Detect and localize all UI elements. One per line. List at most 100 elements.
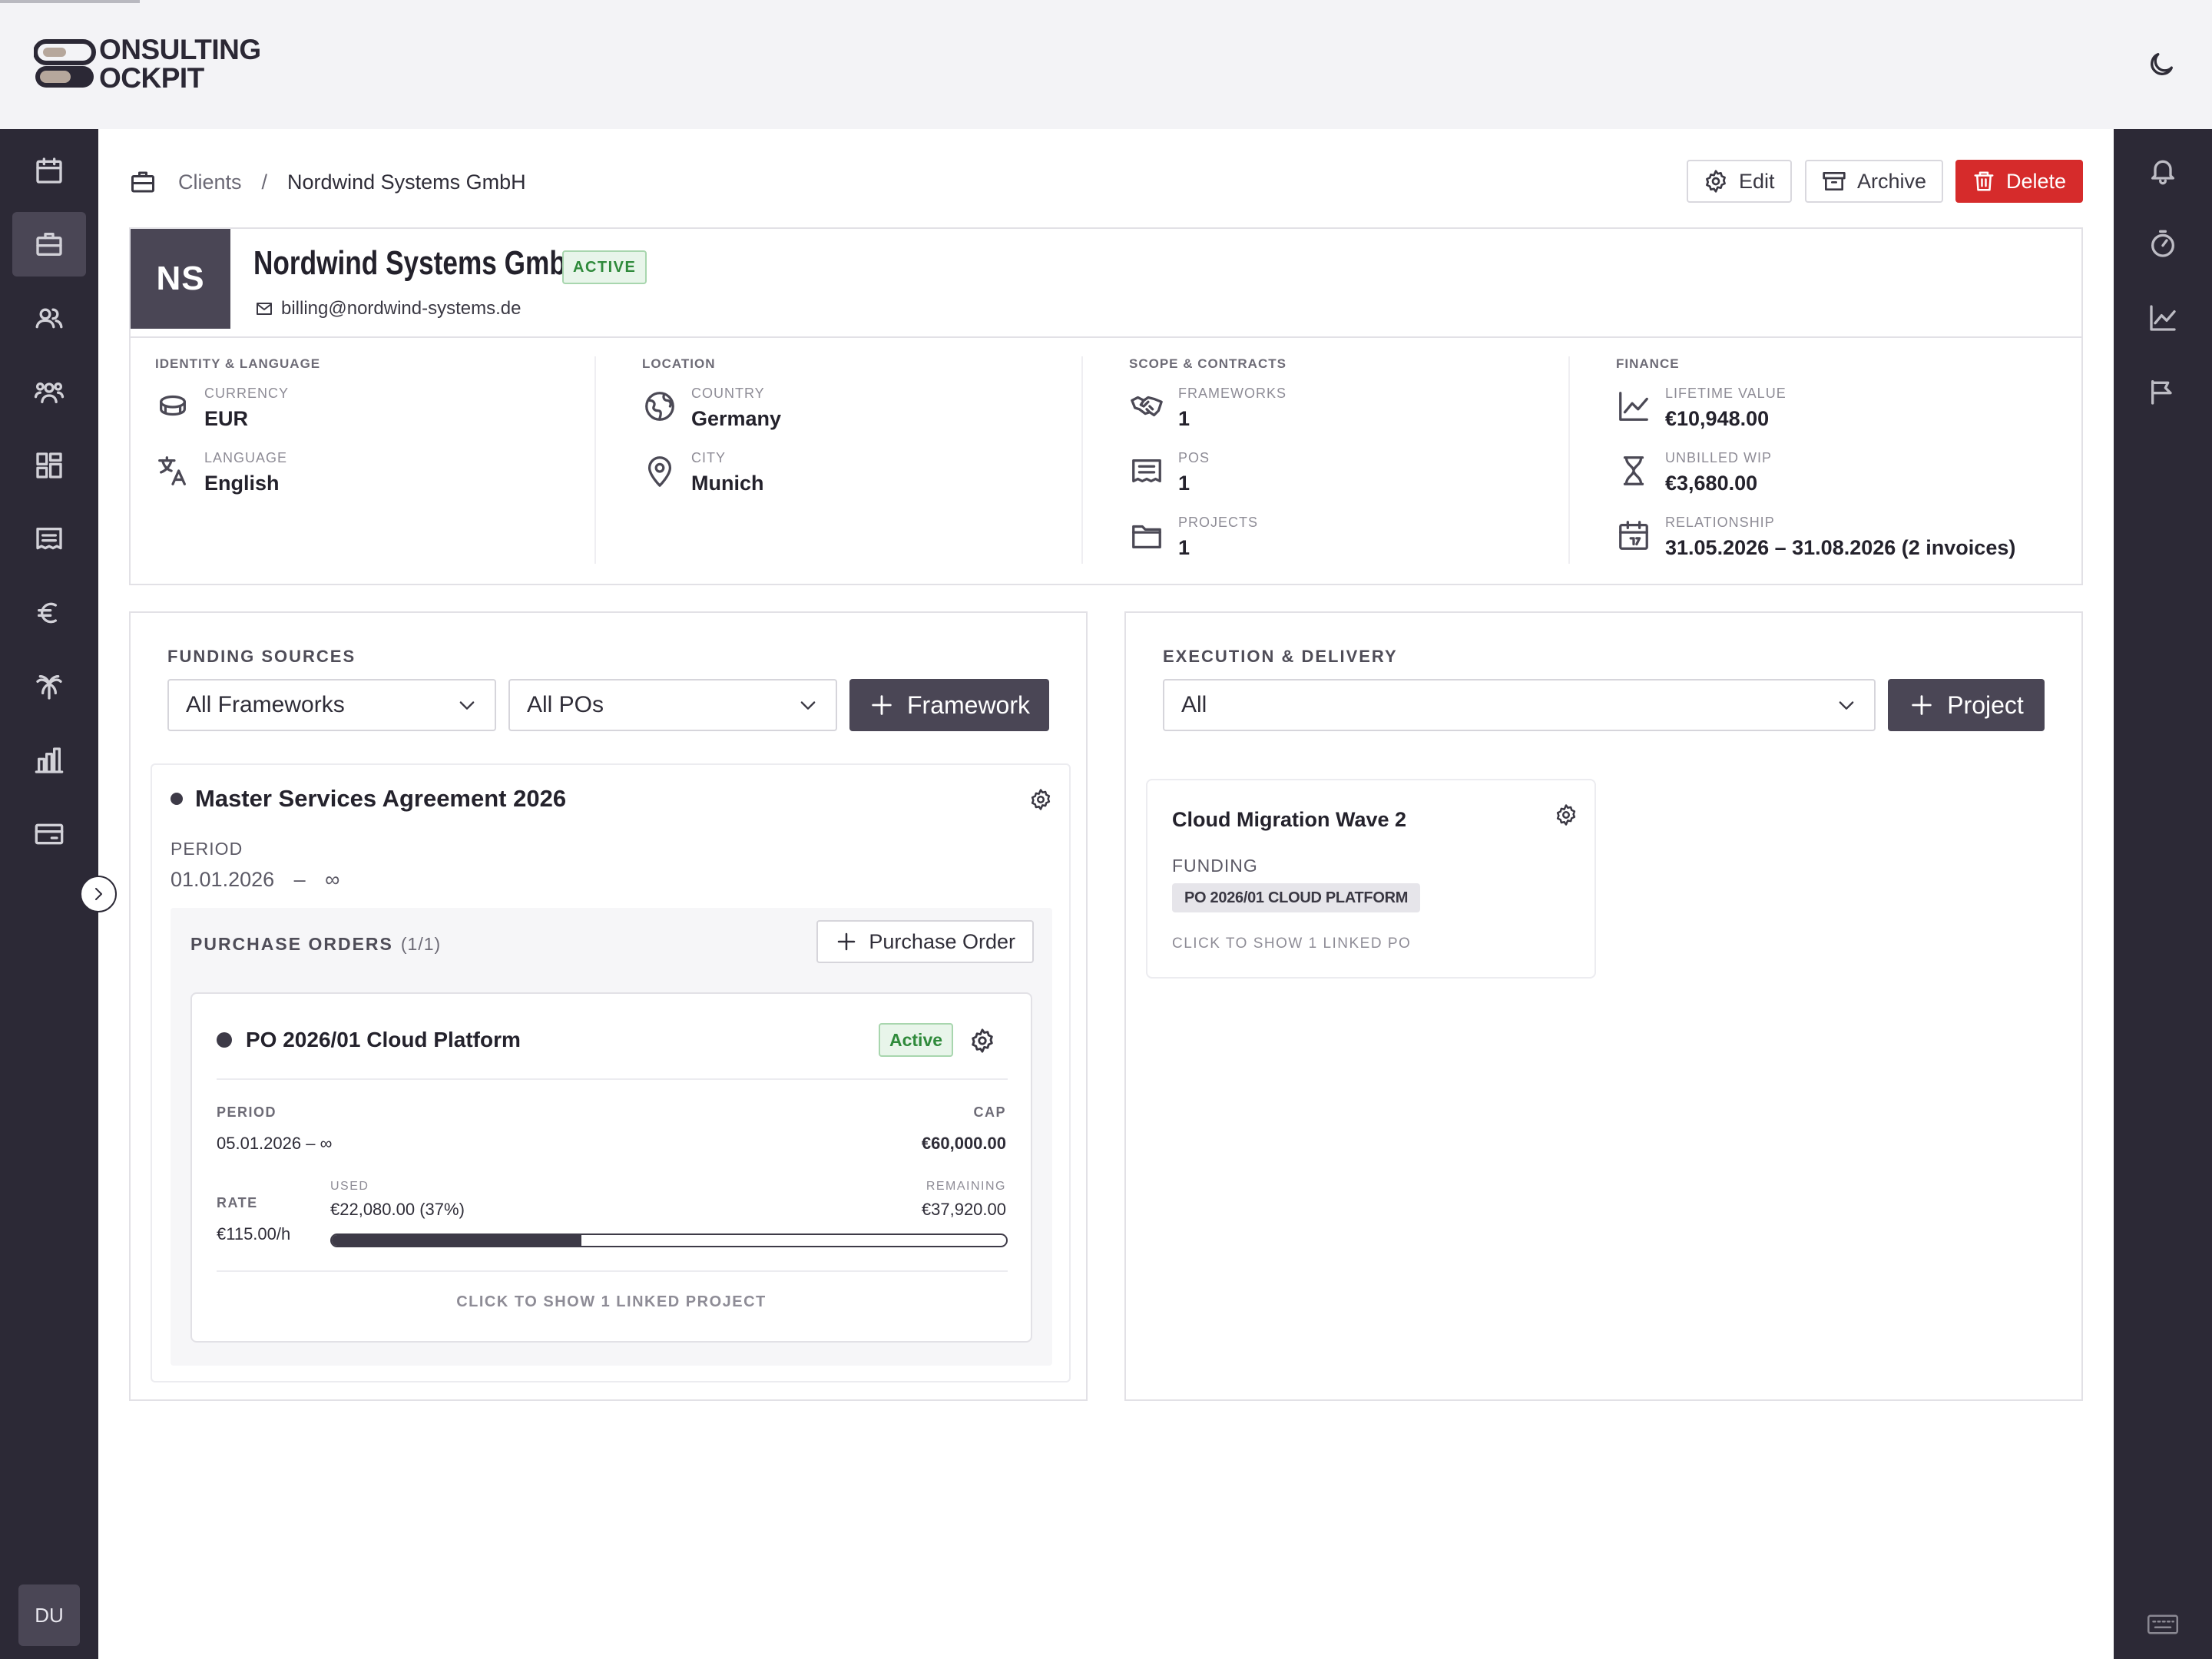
project-card[interactable]: Cloud Migration Wave 2 FUNDING PO 2026/0…: [1146, 779, 1596, 979]
nav-team[interactable]: [12, 359, 86, 424]
gear-icon: [1706, 170, 1726, 193]
user-avatar[interactable]: DU: [18, 1584, 80, 1646]
app-logo[interactable]: ONSULTING OCKPIT: [34, 34, 272, 95]
breadcrumb-current: Nordwind Systems GmbH: [287, 170, 526, 194]
field-relationship: RELATIONSHIP 31.05.2026 – 31.08.2026 (2 i…: [1616, 515, 2015, 560]
framework-filter-select[interactable]: All Frameworks: [167, 679, 496, 731]
field-value: 1: [1178, 472, 1190, 495]
po-header-label: PURCHASE ORDERS: [190, 934, 393, 954]
field-country: COUNTRY Germany: [642, 386, 781, 431]
hourglass-icon: [1623, 456, 1644, 485]
edit-button[interactable]: Edit: [1687, 160, 1792, 203]
archive-label: Archive: [1857, 169, 1927, 193]
po-settings-button[interactable]: [969, 1028, 995, 1054]
field-currency: CURRENCY EUR: [155, 386, 289, 431]
section-divider: [594, 356, 596, 564]
nav-purchase-orders[interactable]: [12, 507, 86, 571]
purchase-order-card[interactable]: PO 2026/01 Cloud Platform Active PERIOD …: [190, 992, 1032, 1343]
project-funding-chip[interactable]: PO 2026/01 CLOUD PLATFORM: [1172, 883, 1421, 912]
analytics-button[interactable]: [2144, 300, 2181, 336]
add-purchase-order-button[interactable]: Purchase Order: [816, 920, 1034, 963]
plus-icon: [872, 695, 892, 715]
gear-icon: [1556, 804, 1576, 826]
framework-name: Master Services Agreement 2026: [195, 785, 567, 812]
chevron-down-icon: [1839, 701, 1854, 710]
keyboard-shortcuts-button[interactable]: [2147, 1613, 2178, 1636]
archive-icon: [1823, 172, 1846, 190]
client-status-badge: ACTIVE: [562, 250, 647, 284]
section-scope: SCOPE & CONTRACTS FRAMEWORKS 1 POS 1 PROJE…: [1129, 356, 1593, 564]
breadcrumb-clients-link[interactable]: Clients: [178, 171, 242, 194]
logo-mark-icon: [34, 39, 96, 88]
po-remaining-label: REMAINING: [926, 1180, 1006, 1193]
framework-title: Master Services Agreement 2026: [171, 785, 566, 813]
breadcrumb-separator: /: [261, 170, 268, 194]
po-count: (1/1): [400, 934, 442, 954]
users-icon: [35, 308, 63, 329]
section-title: IDENTITY & LANGUAGE: [155, 356, 321, 371]
project-filter-select[interactable]: All: [1163, 679, 1876, 731]
field-frameworks: FRAMEWORKS 1: [1129, 386, 1286, 431]
briefcase-icon: [131, 171, 154, 193]
field-pos: POS 1: [1129, 450, 1210, 495]
client-email[interactable]: billing@nordwind-systems.de: [255, 298, 522, 320]
nav-billing[interactable]: [12, 802, 86, 866]
framework-card[interactable]: Master Services Agreement 2026 PERIOD 01…: [151, 763, 1071, 1382]
nav-board[interactable]: [12, 433, 86, 498]
trend-up-icon: [1619, 392, 1648, 421]
section-title: LOCATION: [642, 356, 716, 371]
nav-clients[interactable]: [12, 212, 86, 276]
chevron-down-icon: [800, 701, 816, 710]
select-value: All: [1181, 692, 1207, 717]
announcements-button[interactable]: [2144, 373, 2181, 410]
timer-button[interactable]: [2144, 226, 2181, 263]
dark-mode-toggle[interactable]: [2146, 49, 2177, 80]
po-title: PO 2026/01 Cloud Platform: [217, 1028, 521, 1052]
po-period: 05.01.2026 – ∞: [217, 1134, 333, 1153]
project-settings-button[interactable]: [1555, 803, 1576, 826]
nav-reports[interactable]: [12, 728, 86, 793]
chevron-right-icon: [95, 888, 102, 900]
section-title: FINANCE: [1616, 356, 1680, 371]
po-usage-progress-bar: [330, 1233, 1008, 1247]
euro-icon: [38, 602, 58, 624]
nav-calendar[interactable]: [12, 138, 86, 203]
archive-button[interactable]: Archive: [1805, 160, 1944, 203]
megaphone-icon: [2151, 380, 2172, 405]
section-title: SCOPE & CONTRACTS: [1129, 356, 1286, 371]
purchase-orders-section: PURCHASE ORDERS (1/1) Purchase Order PO 2…: [171, 908, 1052, 1366]
edit-label: Edit: [1739, 169, 1775, 193]
notifications-button[interactable]: [2144, 152, 2181, 189]
framework-period: 01.01.2026 – ∞: [171, 868, 340, 891]
funding-sources-panel: FUNDING SOURCES All Frameworks All POs F…: [129, 611, 1088, 1401]
field-label: CITY: [691, 450, 727, 465]
framework-settings-button[interactable]: [1029, 788, 1052, 811]
panel-title: FUNDING SOURCES: [167, 647, 356, 666]
field-value: 1: [1178, 536, 1190, 559]
client-name: Nordwind Systems GmbH: [253, 244, 586, 282]
plus-icon: [838, 932, 856, 951]
nav-vacation[interactable]: [12, 654, 86, 719]
po-filter-select[interactable]: All POs: [508, 679, 837, 731]
po-rate: €115.00/h: [217, 1224, 291, 1243]
translate-icon: [158, 456, 186, 485]
field-label: RELATIONSHIP: [1665, 515, 1775, 530]
field-value: 1: [1178, 407, 1190, 430]
button-label: Purchase Order: [869, 929, 1015, 953]
breadcrumb: Clients / Nordwind Systems GmbH: [129, 166, 526, 198]
calendar-date-icon: [1619, 521, 1648, 550]
field-label: POS: [1178, 450, 1210, 465]
add-framework-button[interactable]: Framework: [849, 679, 1049, 731]
nav-contacts[interactable]: [12, 286, 86, 350]
show-linked-projects-link[interactable]: CLICK TO SHOW 1 LINKED PROJECT: [192, 1293, 1031, 1311]
field-value: €10,948.00: [1665, 407, 1770, 430]
stopwatch-icon: [2151, 230, 2174, 257]
nav-finance[interactable]: [12, 581, 86, 645]
show-linked-po-link[interactable]: CLICK TO SHOW 1 LINKED PO: [1172, 935, 1411, 952]
section-finance: FINANCE LIFETIME VALUE €10,948.00 UNBILLE…: [1616, 356, 2080, 564]
plus-icon: [1912, 695, 1932, 715]
delete-button[interactable]: Delete: [1955, 160, 2083, 203]
credit-card-icon: [35, 823, 64, 845]
add-project-button[interactable]: Project: [1888, 679, 2045, 731]
sidebar-expand-button[interactable]: [80, 876, 117, 912]
